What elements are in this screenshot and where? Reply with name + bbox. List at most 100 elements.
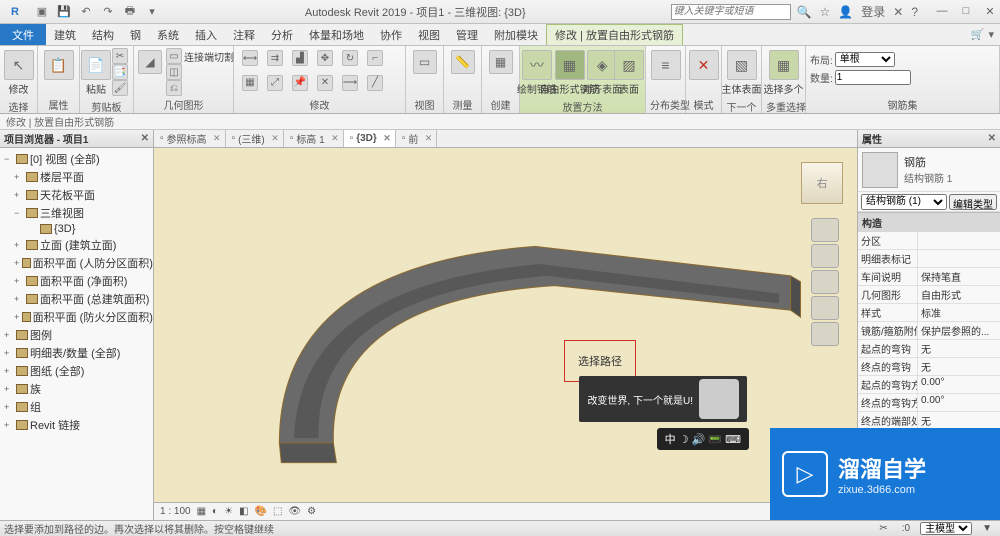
align-face-button[interactable]: ◈对齐表面 bbox=[589, 48, 615, 98]
menu-tab[interactable]: 建筑 bbox=[46, 24, 84, 45]
exchange-icon[interactable]: ✕ bbox=[893, 5, 903, 19]
project-tree[interactable]: −[0] 视图 (全部)+楼层平面+天花板平面−三维视图 {3D}+立面 (建筑… bbox=[0, 148, 153, 520]
crop-icon[interactable]: ⬚ bbox=[273, 506, 282, 517]
qat-redo-icon[interactable]: ↷ bbox=[100, 4, 116, 20]
prop-row[interactable]: 镜筋/箍筋附件保护层参照的... bbox=[858, 322, 1000, 340]
qat-more-icon[interactable]: ▾ bbox=[144, 4, 160, 20]
visual-style-icon[interactable]: ◐ bbox=[212, 506, 218, 517]
view-button[interactable]: ▭ bbox=[410, 48, 439, 76]
offset-button[interactable]: ⇉ bbox=[263, 48, 287, 68]
tree-node[interactable]: −三维视图 bbox=[0, 204, 153, 222]
tree-node[interactable]: +明细表/数量 (全部) bbox=[0, 344, 153, 362]
detail-icon[interactable]: ▦ bbox=[197, 506, 206, 517]
tree-node[interactable]: +面积平面 (防火分区面积) bbox=[0, 308, 153, 326]
split-button[interactable]: ⎌ bbox=[164, 80, 236, 96]
modify-tool-button[interactable]: ↖修改 bbox=[4, 48, 33, 98]
mirror-button[interactable]: ▟ bbox=[288, 48, 312, 68]
file-tab[interactable]: 文件 bbox=[0, 24, 46, 45]
minimize-button[interactable]: — bbox=[932, 5, 952, 18]
view-tab[interactable]: ▫(三维)✕ bbox=[226, 130, 284, 147]
prop-row[interactable]: 样式标准 bbox=[858, 304, 1000, 322]
view-control-bar[interactable]: 1 : 100 ▦ ◐ ☀ ◧ 🎨 ⬚ 👁 ⚙ bbox=[154, 502, 857, 520]
help-icon[interactable]: ? bbox=[911, 5, 918, 19]
move-button[interactable]: ✥ bbox=[313, 48, 337, 68]
props-close-icon[interactable]: ✕ bbox=[988, 133, 996, 144]
qat-print-icon[interactable]: 🖶 bbox=[122, 4, 138, 20]
layout-select[interactable]: 单根 bbox=[835, 52, 895, 67]
view-tab[interactable]: ▫参照标高✕ bbox=[154, 130, 226, 147]
menu-tab[interactable]: 分析 bbox=[263, 24, 301, 45]
tree-node[interactable]: +Revit 链接 bbox=[0, 416, 153, 434]
join-button[interactable]: ◫ bbox=[164, 64, 236, 80]
extend-button[interactable]: ⟶ bbox=[338, 73, 362, 93]
hide-icon[interactable]: 👁 bbox=[288, 506, 301, 517]
dist-type-button[interactable]: ≡ bbox=[650, 48, 681, 82]
tree-node[interactable]: +面积平面 (人防分区面积) bbox=[0, 254, 153, 272]
measure-button[interactable]: 📏 bbox=[448, 48, 477, 76]
sun-icon[interactable]: ☀ bbox=[224, 506, 233, 517]
edit-type-button[interactable]: 编辑类型 bbox=[949, 194, 997, 210]
canvas-3d[interactable]: 右 选择路径 改变世界, 下一个就是U! 中 ☽ 🔊 📟 ⌨ bbox=[154, 148, 857, 502]
prop-row[interactable]: 起点的弯钩无 bbox=[858, 340, 1000, 358]
menu-tab[interactable]: 视图 bbox=[410, 24, 448, 45]
star-icon[interactable]: ☆ bbox=[820, 5, 831, 19]
scale-button[interactable]: ⤢ bbox=[263, 73, 287, 93]
prop-row[interactable]: 终点的弯钩方向0.00° bbox=[858, 394, 1000, 412]
prop-group-header[interactable]: 构造 bbox=[858, 212, 1000, 232]
viewcube[interactable]: 右 bbox=[801, 162, 843, 204]
prop-row[interactable]: 终点的弯钩无 bbox=[858, 358, 1000, 376]
prop-row[interactable]: 明细表标记 bbox=[858, 250, 1000, 268]
menu-tab[interactable]: 修改 | 放置自由形式钢筋 bbox=[546, 24, 683, 45]
qat-undo-icon[interactable]: ↶ bbox=[78, 4, 94, 20]
prop-row[interactable]: 几何图形自由形式 bbox=[858, 286, 1000, 304]
render-icon[interactable]: 🎨 bbox=[255, 506, 267, 517]
cart-icon[interactable]: 🛒 bbox=[971, 28, 985, 41]
browser-close-icon[interactable]: ✕ bbox=[141, 133, 149, 144]
shadow-icon[interactable]: ◧ bbox=[239, 506, 248, 517]
ime-bar[interactable]: 中 ☽ 🔊 📟 ⌨ bbox=[657, 428, 749, 450]
selection-toggle-icon[interactable]: ✂ bbox=[875, 523, 891, 534]
cut-button[interactable]: ✂ bbox=[110, 48, 134, 64]
menu-tab[interactable]: 协作 bbox=[372, 24, 410, 45]
align-button[interactable]: ⟷ bbox=[238, 48, 262, 68]
filter-icon[interactable]: ▼ bbox=[978, 523, 996, 534]
ribbon-min-icon[interactable]: ▾ bbox=[988, 28, 994, 41]
menu-tab[interactable]: 附加模块 bbox=[486, 24, 546, 45]
tree-node[interactable]: +楼层平面 bbox=[0, 168, 153, 186]
cancel-mode-button[interactable]: ✕ bbox=[690, 48, 717, 82]
view-tab[interactable]: ▫前✕ bbox=[396, 130, 438, 147]
workset-select[interactable]: 主模型 bbox=[920, 522, 972, 535]
view-tab[interactable]: ▫{3D}✕ bbox=[344, 130, 396, 147]
cope-button[interactable]: ◢ bbox=[138, 48, 162, 76]
select-multiple-button[interactable]: ▦选择多个 bbox=[766, 48, 801, 98]
tree-node[interactable]: −[0] 视图 (全部) bbox=[0, 150, 153, 168]
menu-tab[interactable]: 插入 bbox=[187, 24, 225, 45]
close-button[interactable]: ✕ bbox=[980, 5, 1000, 18]
menu-tab[interactable]: 体量和场地 bbox=[301, 24, 372, 45]
qat-open-icon[interactable]: ▣ bbox=[34, 4, 50, 20]
qty-input[interactable] bbox=[835, 70, 911, 85]
tree-node[interactable]: +组 bbox=[0, 398, 153, 416]
properties-button[interactable]: 📋 bbox=[42, 48, 75, 82]
tree-node[interactable]: +天花板平面 bbox=[0, 186, 153, 204]
pin-button[interactable]: 📌 bbox=[288, 73, 312, 93]
prop-row[interactable]: 起点的弯钩方向0.00° bbox=[858, 376, 1000, 394]
scale-label[interactable]: 1 : 100 bbox=[160, 506, 191, 517]
create-button[interactable]: ▦ bbox=[486, 48, 515, 76]
rotate-button[interactable]: ↻ bbox=[338, 48, 362, 68]
paste-button[interactable]: 📄粘贴 bbox=[84, 48, 108, 98]
search-icon[interactable]: 🔍 bbox=[797, 5, 812, 19]
menu-tab[interactable]: 系统 bbox=[149, 24, 187, 45]
nav-bar[interactable] bbox=[811, 218, 839, 346]
tree-node[interactable]: +图纸 (全部) bbox=[0, 362, 153, 380]
maximize-button[interactable]: □ bbox=[956, 5, 976, 18]
cut-geom-button[interactable]: ▭连接端切割 bbox=[164, 48, 236, 64]
help-search-input[interactable] bbox=[671, 4, 791, 20]
prop-row[interactable]: 分区 bbox=[858, 232, 1000, 250]
menu-tab[interactable]: 注释 bbox=[225, 24, 263, 45]
tree-node[interactable]: +族 bbox=[0, 380, 153, 398]
trim-button[interactable]: ⌐ bbox=[363, 48, 387, 68]
view-tab[interactable]: ▫标高 1✕ bbox=[284, 130, 344, 147]
tree-node[interactable]: +立面 (建筑立面) bbox=[0, 236, 153, 254]
copy-button[interactable]: 📑 bbox=[110, 64, 134, 80]
